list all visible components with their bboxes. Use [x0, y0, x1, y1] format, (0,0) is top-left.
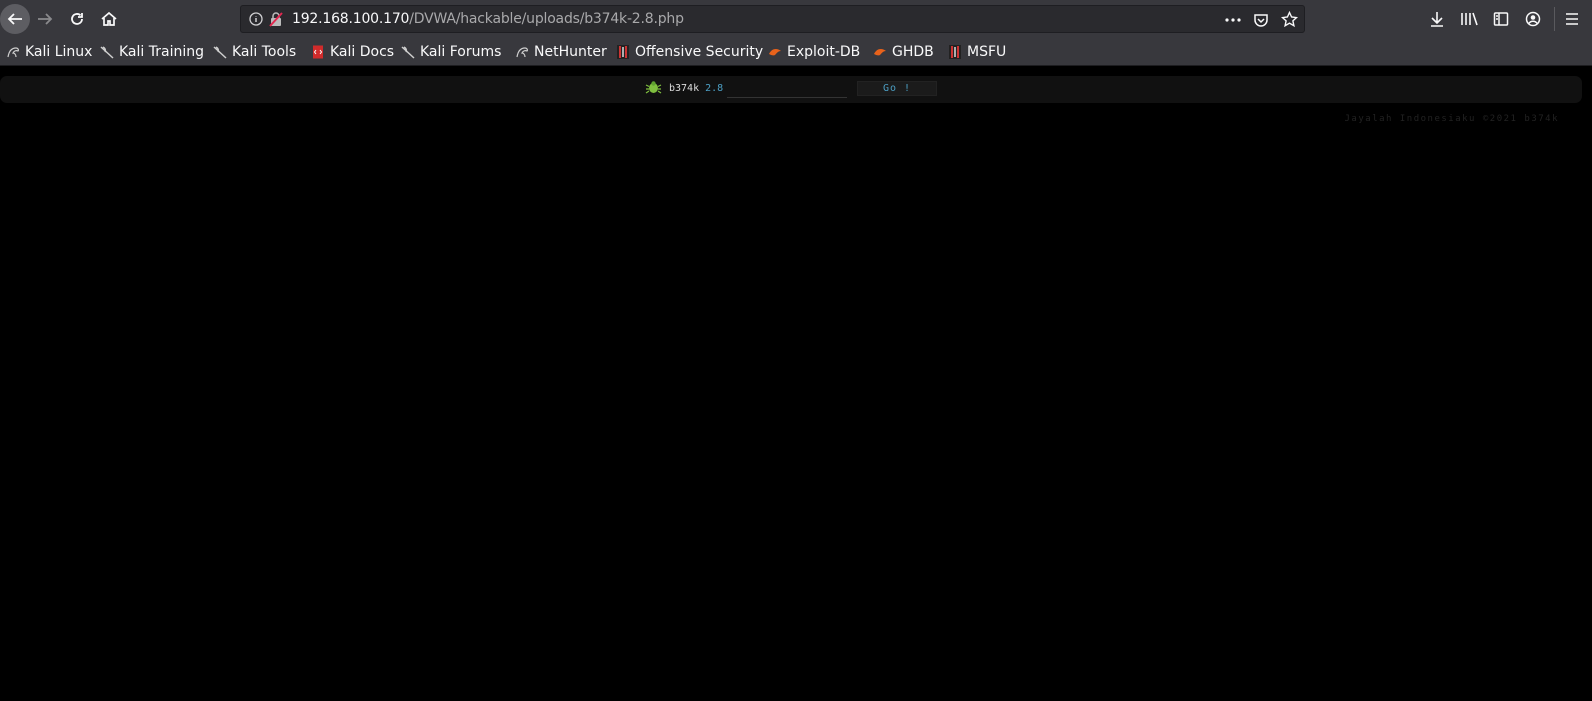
shell-brand[interactable]: b374k 2.8: [669, 81, 723, 95]
bookmark-label: GHDB: [892, 44, 934, 60]
toolbar-separator: [1554, 7, 1555, 31]
kali-dragon-icon: [7, 47, 19, 58]
arrow-left-icon: [7, 13, 22, 25]
library-button[interactable]: [1458, 8, 1480, 30]
bookmark-kali-docs[interactable]: Kali Docs: [311, 42, 394, 62]
arrow-right-icon: [38, 13, 53, 25]
sidebar-icon: [1493, 12, 1509, 26]
kali-dragon-icon: [213, 46, 227, 59]
bookmark-label: Kali Tools: [232, 44, 297, 60]
reload-button[interactable]: [62, 4, 92, 34]
footer-credit: Jayalah Indonesiaku ©2021 b374k: [1344, 114, 1559, 124]
url-path: /DVWA/hackable/uploads/b374k-2.8.php: [409, 11, 684, 27]
menu-button[interactable]: [1561, 8, 1583, 30]
offsec-icon: [617, 45, 629, 59]
bookmark-kali-forums[interactable]: Kali Forums: [401, 42, 501, 62]
browser-toolbar: 192.168.100.170/DVWA/hackable/uploads/b3…: [0, 0, 1592, 38]
account-button[interactable]: [1522, 8, 1544, 30]
bookmark-label: Kali Training: [119, 44, 204, 60]
library-icon: [1461, 12, 1478, 26]
bookmark-label: Kali Forums: [420, 44, 502, 60]
page-actions-icon[interactable]: [1225, 18, 1241, 22]
kali-dragon-icon: [401, 46, 415, 59]
bookmark-msfu[interactable]: MSFU: [948, 42, 1006, 62]
bookmark-label: Offensive Security: [635, 44, 764, 60]
url-text: 192.168.100.170/DVWA/hackable/uploads/b3…: [292, 11, 684, 27]
bookmark-kali-training[interactable]: Kali Training: [100, 42, 204, 62]
address-bar[interactable]: 192.168.100.170/DVWA/hackable/uploads/b3…: [240, 5, 1305, 33]
bug-logo-icon[interactable]: [645, 80, 662, 95]
back-button[interactable]: [0, 4, 30, 34]
forward-button[interactable]: [30, 4, 60, 34]
brand-version: 2.8: [705, 82, 724, 94]
bookmark-label: MSFU: [967, 44, 1007, 60]
url-host: 192.168.100.170: [292, 11, 410, 27]
bookmark-label: Kali Linux: [25, 44, 93, 60]
bookmark-label: Kali Docs: [330, 44, 395, 60]
offsec-icon: [949, 45, 961, 59]
hamburger-menu-icon: [1566, 13, 1578, 25]
bookmarks-toolbar: Kali Linux Kali Training Kali Tools Kali…: [0, 38, 1592, 66]
home-icon: [101, 11, 117, 26]
bookmark-exploit-db[interactable]: Exploit-DB: [768, 42, 860, 62]
kali-dragon-icon: [100, 46, 114, 59]
exploitdb-icon: [769, 49, 781, 56]
account-icon: [1525, 11, 1541, 27]
star-icon[interactable]: [1281, 11, 1298, 28]
home-button[interactable]: [94, 4, 124, 34]
docs-icon: [313, 45, 323, 59]
sidebar-button[interactable]: [1490, 8, 1512, 30]
exploitdb-icon: [874, 49, 886, 56]
insecure-lock-icon[interactable]: [269, 12, 283, 27]
brand-name: b374k: [669, 82, 700, 94]
bookmark-kali-linux[interactable]: Kali Linux: [6, 42, 92, 62]
reload-icon: [71, 13, 83, 25]
nethunter-icon: [516, 47, 528, 58]
bookmark-label: NetHunter: [534, 44, 607, 60]
go-button[interactable]: Go !: [857, 81, 937, 96]
bookmark-offensive-security[interactable]: Offensive Security: [616, 42, 763, 62]
bookmark-kali-tools[interactable]: Kali Tools: [213, 42, 296, 62]
download-icon: [1431, 12, 1443, 27]
command-input[interactable]: [727, 80, 847, 98]
info-icon[interactable]: [249, 12, 263, 26]
bookmark-nethunter[interactable]: NetHunter: [515, 42, 607, 62]
pocket-icon[interactable]: [1253, 12, 1269, 28]
downloads-button[interactable]: [1426, 8, 1448, 30]
bookmark-label: Exploit-DB: [787, 44, 861, 60]
bookmark-ghdb[interactable]: GHDB: [873, 42, 934, 62]
